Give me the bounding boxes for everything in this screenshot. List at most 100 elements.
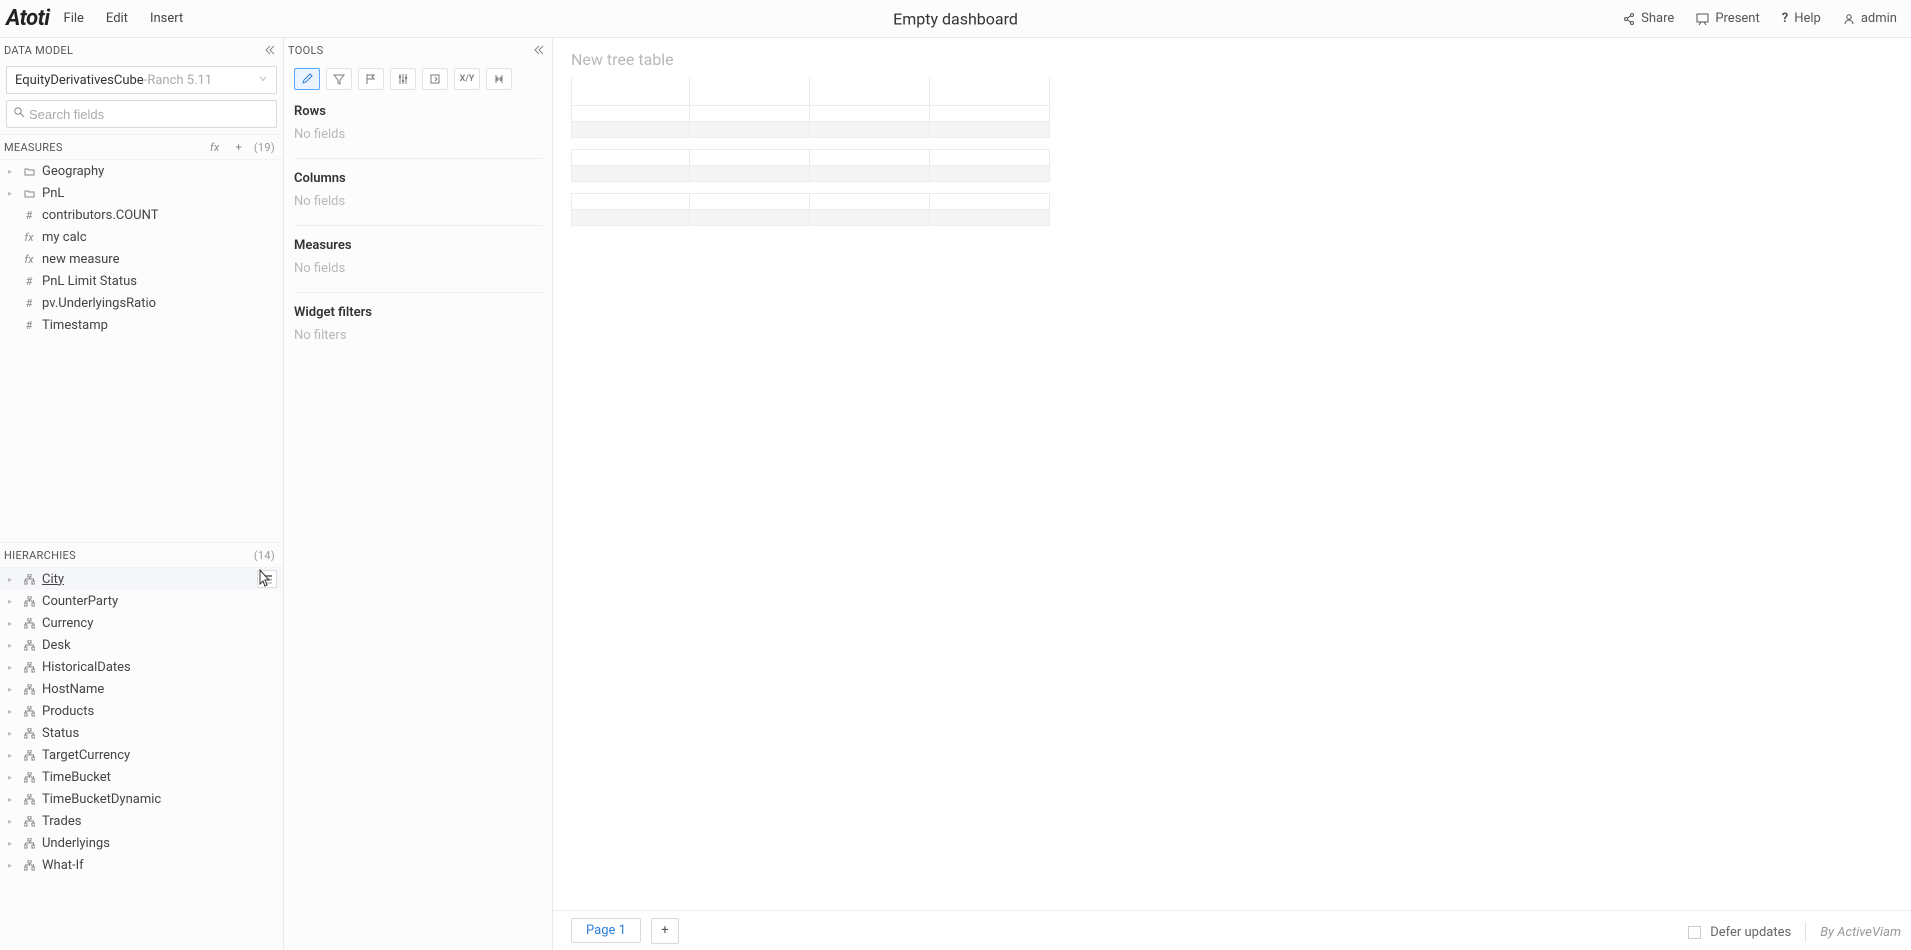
user-menu[interactable]: admin (1843, 11, 1897, 26)
cube-selector[interactable]: EquityDerivativesCube - Ranch 5.11 (6, 66, 277, 94)
tools-title: TOOLS (288, 44, 324, 57)
defer-updates-toggle[interactable]: Defer updates (1688, 925, 1791, 940)
share-icon (1623, 13, 1635, 25)
tree-table-placeholder[interactable] (571, 77, 1911, 226)
hierarchy-item-city[interactable]: ▸ City (0, 568, 283, 590)
hierarchy-item-trades[interactable]: ▸ Trades (0, 810, 283, 832)
columns-empty: No fields (294, 194, 542, 209)
hierarchy-label: CounterParty (42, 594, 118, 609)
hash-icon: # (22, 209, 36, 222)
brand-by: By ActiveViam (1820, 925, 1901, 940)
divider (294, 225, 542, 226)
hierarchy-item-products[interactable]: ▸ Products (0, 700, 283, 722)
user-label: admin (1861, 11, 1897, 26)
add-page-button[interactable]: + (651, 918, 679, 944)
plus-icon: + (661, 923, 668, 938)
divider (294, 292, 542, 293)
menu-insert[interactable]: Insert (150, 11, 183, 26)
hierarchy-icon (22, 860, 36, 871)
edit-mode-icon[interactable] (294, 68, 320, 90)
menu-file[interactable]: File (64, 11, 84, 26)
xy-mode-icon[interactable]: X/Y (454, 68, 480, 90)
search-icon (13, 106, 25, 122)
caret-right-icon: ▸ (8, 189, 16, 198)
measure-item-pnl[interactable]: ▸ PnL (0, 182, 283, 204)
collapse-tools-icon[interactable] (532, 44, 544, 56)
filter-icon[interactable] (326, 68, 352, 90)
hierarchy-item-desk[interactable]: ▸ Desk (0, 634, 283, 656)
hierarchies-header: HIERARCHIES (14) (0, 542, 283, 568)
caret-right-icon: ▸ (8, 861, 16, 870)
measures-label: Measures (294, 238, 542, 253)
caret-right-icon: ▸ (8, 167, 16, 176)
hierarchy-item-whatif[interactable]: ▸ What-If (0, 854, 283, 876)
hierarchy-icon (22, 728, 36, 739)
measure-item-mycalc[interactable]: fx my calc (0, 226, 283, 248)
hierarchy-item-targetcurrency[interactable]: ▸ TargetCurrency (0, 744, 283, 766)
content-area: New tree table Page 1 + (553, 38, 1911, 950)
caret-right-icon: ▸ (8, 817, 16, 826)
main-menu: File Edit Insert (64, 11, 184, 26)
caret-right-icon: ▸ (8, 839, 16, 848)
filters-zone[interactable]: Widget filters No filters (284, 297, 552, 355)
measure-item-pnllimit[interactable]: # PnL Limit Status (0, 270, 283, 292)
xy-label: X/Y (460, 74, 475, 84)
hierarchies-count: (14) (254, 549, 275, 562)
menu-edit[interactable]: Edit (106, 11, 128, 26)
sliders-icon[interactable] (390, 68, 416, 90)
hierarchy-label: TimeBucket (42, 770, 111, 785)
hierarchy-item-historical[interactable]: ▸ HistoricalDates (0, 656, 283, 678)
add-measure-icon[interactable]: + (230, 138, 248, 156)
hierarchy-item-currency[interactable]: ▸ Currency (0, 612, 283, 634)
hierarchy-label: Status (42, 726, 79, 741)
cube-version: Ranch 5.11 (147, 73, 212, 88)
hierarchy-item-timebucketdyn[interactable]: ▸ TimeBucketDynamic (0, 788, 283, 810)
hierarchy-icon (22, 640, 36, 651)
caret-right-icon: ▸ (8, 575, 16, 584)
hierarchy-label: TimeBucketDynamic (42, 792, 161, 807)
present-button[interactable]: Present (1696, 11, 1759, 26)
search-input[interactable] (29, 107, 270, 122)
caret-right-icon: ▸ (8, 795, 16, 804)
widget-title-placeholder[interactable]: New tree table (553, 38, 1911, 77)
share-button[interactable]: Share (1623, 11, 1674, 26)
tools-panel: TOOLS X/Y (284, 38, 553, 950)
measure-item-newmeasure[interactable]: fx new measure (0, 248, 283, 270)
hierarchy-item-underlyings[interactable]: ▸ Underlyings (0, 832, 283, 854)
dashboard-title[interactable]: Empty dashboard (893, 9, 1018, 28)
top-bar: Atoti File Edit Insert Empty dashboard S… (0, 0, 1911, 38)
columns-icon[interactable] (486, 68, 512, 90)
hierarchy-item-hostname[interactable]: ▸ HostName (0, 678, 283, 700)
columns-zone[interactable]: Columns No fields (284, 163, 552, 221)
rows-zone[interactable]: Rows No fields (284, 96, 552, 154)
hash-icon: # (22, 275, 36, 288)
rows-label: Rows (294, 104, 542, 119)
help-button[interactable]: ? Help (1782, 11, 1821, 26)
search-fields-box[interactable] (6, 100, 277, 128)
hierarchy-icon (22, 838, 36, 849)
measure-item-geography[interactable]: ▸ Geography (0, 160, 283, 182)
hierarchy-label: City (42, 572, 64, 587)
hierarchy-label: TargetCurrency (42, 748, 130, 763)
flag-icon[interactable] (358, 68, 384, 90)
hierarchy-label: HistoricalDates (42, 660, 131, 675)
measure-item-contributors[interactable]: # contributors.COUNT (0, 204, 283, 226)
page-tab[interactable]: Page 1 (571, 918, 641, 943)
export-icon[interactable] (422, 68, 448, 90)
hierarchy-item-counterparty[interactable]: ▸ CounterParty (0, 590, 283, 612)
hierarchy-item-status[interactable]: ▸ Status (0, 722, 283, 744)
fx-icon[interactable]: fx (206, 138, 224, 156)
hierarchy-icon (22, 684, 36, 695)
hierarchy-label: Desk (42, 638, 71, 653)
measures-zone[interactable]: Measures No fields (284, 230, 552, 288)
measure-item-pvunderlyings[interactable]: # pv.UnderlyingsRatio (0, 292, 283, 314)
put-on-rows-button[interactable] (257, 570, 277, 588)
hierarchy-label: Products (42, 704, 94, 719)
measure-item-timestamp[interactable]: # Timestamp (0, 314, 283, 336)
help-label: Help (1794, 11, 1821, 26)
caret-right-icon: ▸ (8, 751, 16, 760)
share-label: Share (1641, 11, 1674, 26)
collapse-data-model-icon[interactable] (263, 44, 275, 56)
hierarchy-item-timebucket[interactable]: ▸ TimeBucket (0, 766, 283, 788)
checkbox-icon (1688, 926, 1701, 939)
